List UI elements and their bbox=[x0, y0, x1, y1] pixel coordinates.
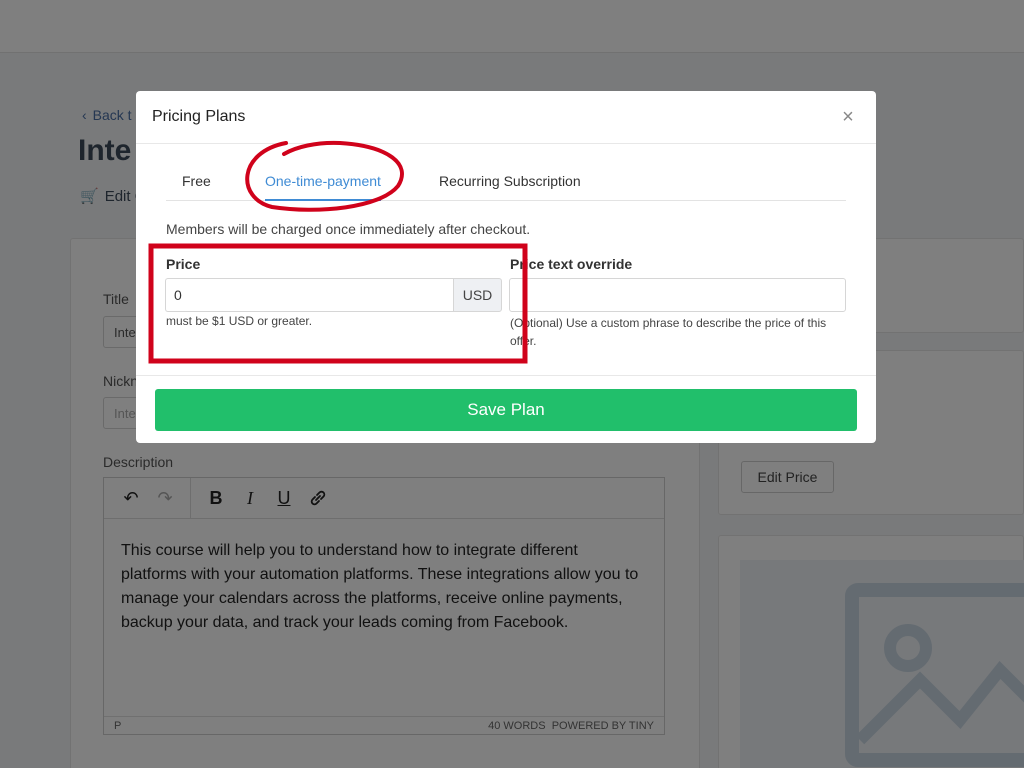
plan-description: Members will be charged once immediately… bbox=[166, 221, 531, 237]
modal-header: Pricing Plans × bbox=[136, 91, 876, 144]
tab-one-time-payment[interactable]: One-time-payment bbox=[265, 173, 381, 201]
price-override-help-text: (Optional) Use a custom phrase to descri… bbox=[510, 316, 827, 348]
close-icon[interactable]: × bbox=[836, 105, 860, 129]
save-plan-button[interactable]: Save Plan bbox=[155, 389, 857, 431]
price-input-group: USD bbox=[165, 278, 502, 312]
price-override-input[interactable] bbox=[509, 278, 846, 312]
pricing-plans-modal: Pricing Plans × Free One-time-payment Re… bbox=[136, 91, 876, 443]
price-input[interactable] bbox=[165, 278, 453, 312]
price-override-label: Price text override bbox=[510, 256, 633, 272]
tab-recurring-subscription[interactable]: Recurring Subscription bbox=[439, 173, 581, 199]
price-help-text: must be $1 USD or greater. bbox=[166, 314, 313, 328]
modal-footer-divider bbox=[136, 375, 876, 376]
modal-title: Pricing Plans bbox=[152, 108, 246, 125]
currency-addon: USD bbox=[453, 278, 502, 312]
price-label: Price bbox=[166, 256, 201, 272]
tab-free[interactable]: Free bbox=[182, 173, 211, 199]
pricing-tabs: Free One-time-payment Recurring Subscrip… bbox=[166, 167, 846, 201]
